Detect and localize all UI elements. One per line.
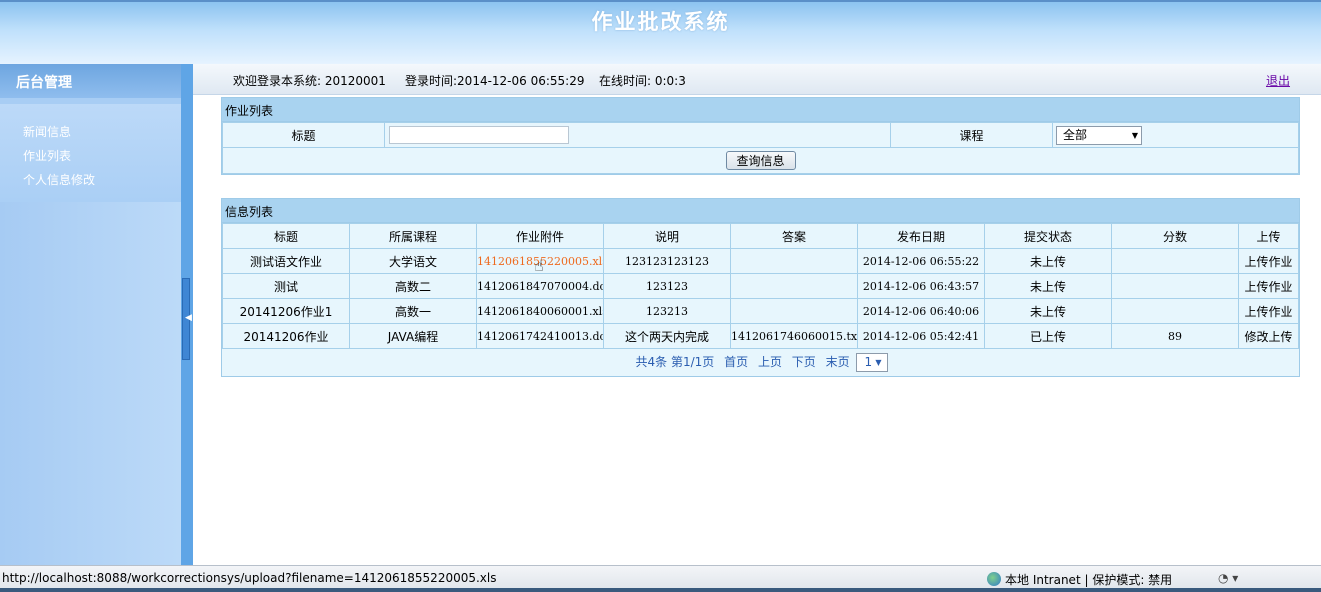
row-attachment-link[interactable]: 1412061742410013.doc (476, 323, 604, 349)
page-select-value: 1 (864, 355, 873, 369)
row-submit-status: 已上传 (984, 323, 1112, 349)
logout-link[interactable]: 退出 (1266, 72, 1290, 89)
col-submit-status: 提交状态 (984, 223, 1112, 249)
list-panel: 信息列表 标题 所属课程 作业附件 说明 答案 发布日期 提交状态 分数 上传 … (221, 198, 1300, 377)
row-description: 123213 (603, 298, 731, 324)
sidebar-header: 后台管理 (0, 64, 181, 98)
query-button-cell: 查询信息 (222, 147, 1299, 174)
row-title: 测试 (222, 273, 350, 299)
row-attachment-link[interactable]: 1412061847070004.doc (476, 273, 604, 299)
row-description: 123123123123 (603, 248, 731, 274)
search-panel: 作业列表 标题 课程 全部 ▼ 查询信息 (221, 97, 1300, 175)
row-publish-date: 2014-12-06 05:42:41 (857, 323, 985, 349)
zone-text: 本地 Intranet | 保护模式: 禁用 (1005, 573, 1173, 587)
row-answer[interactable] (730, 273, 858, 299)
user-info-bar: 欢迎登录本系统: 20120001 登录时间:2014-12-06 06:55:… (193, 64, 1321, 95)
row-answer[interactable] (730, 248, 858, 274)
row-publish-date: 2014-12-06 06:40:06 (857, 298, 985, 324)
row-score (1111, 273, 1239, 299)
row-attachment-link[interactable]: 1412061840060001.xlsx (476, 298, 604, 324)
row-upload-link[interactable]: 上传作业 (1238, 273, 1299, 299)
row-description: 123123 (603, 273, 731, 299)
row-publish-date: 2014-12-06 06:43:57 (857, 273, 985, 299)
pager-summary: 共4条 第1/1页 (635, 355, 715, 369)
row-course: 大学语文 (349, 248, 477, 274)
row-score: 89 (1111, 323, 1239, 349)
title-label: 标题 (222, 122, 385, 148)
row-description: 这个两天内完成 (603, 323, 731, 349)
row-upload-link[interactable]: 上传作业 (1238, 298, 1299, 324)
row-submit-status: 未上传 (984, 298, 1112, 324)
col-publish-date: 发布日期 (857, 223, 985, 249)
col-score: 分数 (1111, 223, 1239, 249)
col-answer: 答案 (730, 223, 858, 249)
course-select-cell: 全部 ▼ (1052, 122, 1299, 148)
col-course: 所属课程 (349, 223, 477, 249)
title-input-cell (384, 122, 891, 148)
pager-next[interactable]: 下页 (792, 355, 816, 369)
sidebar-menu: 新闻信息 作业列表 个人信息修改 (0, 104, 181, 202)
row-course: 高数一 (349, 298, 477, 324)
row-answer[interactable]: 1412061746060015.txt (730, 323, 858, 349)
sidebar-splitter[interactable]: ◀ (181, 64, 193, 565)
table-row: 测试 高数二 1412061847070004.doc 123123 2014-… (222, 273, 1299, 299)
hand-cursor-icon: ☝ (534, 256, 544, 275)
sidebar-item-news[interactable]: 新闻信息 (0, 120, 181, 144)
sidebar-filler (0, 202, 181, 565)
course-select-value: 全部 (1063, 127, 1088, 142)
pager-first[interactable]: 首页 (724, 355, 748, 369)
table-row: 20141206作业 JAVA编程 1412061742410013.doc 这… (222, 323, 1299, 349)
pager-last[interactable]: 末页 (826, 355, 850, 369)
dropdown-arrow-icon: ▼ (875, 358, 882, 367)
homework-table: 标题 所属课程 作业附件 说明 答案 发布日期 提交状态 分数 上传 测试语文作… (222, 223, 1299, 349)
row-submit-status: 未上传 (984, 273, 1112, 299)
intranet-zone-icon (987, 572, 1001, 586)
table-header-row: 标题 所属课程 作业附件 说明 答案 发布日期 提交状态 分数 上传 (222, 223, 1299, 249)
taskbar-strip (0, 588, 1321, 592)
page-select[interactable]: 1 ▼ (856, 353, 889, 372)
row-submit-status: 未上传 (984, 248, 1112, 274)
search-panel-title: 作业列表 (222, 98, 1299, 122)
course-select[interactable]: 全部 ▼ (1056, 125, 1142, 145)
col-upload: 上传 (1238, 223, 1299, 249)
online-time: 在线时间: 0:0:3 (599, 74, 686, 88)
security-zone[interactable]: 本地 Intranet | 保护模式: 禁用 (987, 571, 1172, 588)
table-row: 20141206作业1 高数一 1412061840060001.xlsx 12… (222, 298, 1299, 324)
row-upload-link[interactable]: 上传作业 (1238, 248, 1299, 274)
row-score (1111, 248, 1239, 274)
zoom-control[interactable]: ◔ ▾ (1218, 571, 1238, 585)
dropdown-arrow-icon: ▼ (1131, 130, 1138, 140)
row-title: 测试语文作业 (222, 248, 350, 274)
welcome-text: 欢迎登录本系统: 20120001 (233, 74, 386, 88)
row-score (1111, 298, 1239, 324)
login-time: 登录时间:2014-12-06 06:55:29 (405, 74, 585, 88)
query-button[interactable]: 查询信息 (725, 151, 796, 170)
row-answer[interactable] (730, 298, 858, 324)
col-attachment: 作业附件 (476, 223, 604, 249)
col-title: 标题 (222, 223, 350, 249)
sidebar: 后台管理 新闻信息 作业列表 个人信息修改 (0, 64, 181, 565)
row-course: JAVA编程 (349, 323, 477, 349)
title-search-input[interactable] (389, 126, 569, 144)
collapse-arrow-icon: ◀ (185, 313, 192, 323)
row-course: 高数二 (349, 273, 477, 299)
course-label: 课程 (890, 122, 1053, 148)
table-row: 测试语文作业 大学语文 1412061855220005.xls 1231231… (222, 248, 1299, 274)
header-banner: 作业批改系统 (0, 0, 1321, 64)
search-form: 标题 课程 全部 ▼ 查询信息 (222, 122, 1299, 174)
pager-prev[interactable]: 上页 (758, 355, 782, 369)
pagination: 共4条 第1/1页 首页 上页 下页 末页 1 ▼ (222, 349, 1299, 376)
status-url: http://localhost:8088/workcorrectionsys/… (2, 571, 497, 585)
sidebar-item-profile-edit[interactable]: 个人信息修改 (0, 168, 181, 192)
col-description: 说明 (603, 223, 731, 249)
row-title: 20141206作业1 (222, 298, 350, 324)
list-panel-title: 信息列表 (222, 199, 1299, 223)
row-upload-link[interactable]: 修改上传 (1238, 323, 1299, 349)
row-title: 20141206作业 (222, 323, 350, 349)
splitter-handle[interactable]: ◀ (182, 278, 192, 360)
sidebar-item-homework-list[interactable]: 作业列表 (0, 144, 181, 168)
row-publish-date: 2014-12-06 06:55:22 (857, 248, 985, 274)
app-title: 作业批改系统 (591, 9, 730, 34)
